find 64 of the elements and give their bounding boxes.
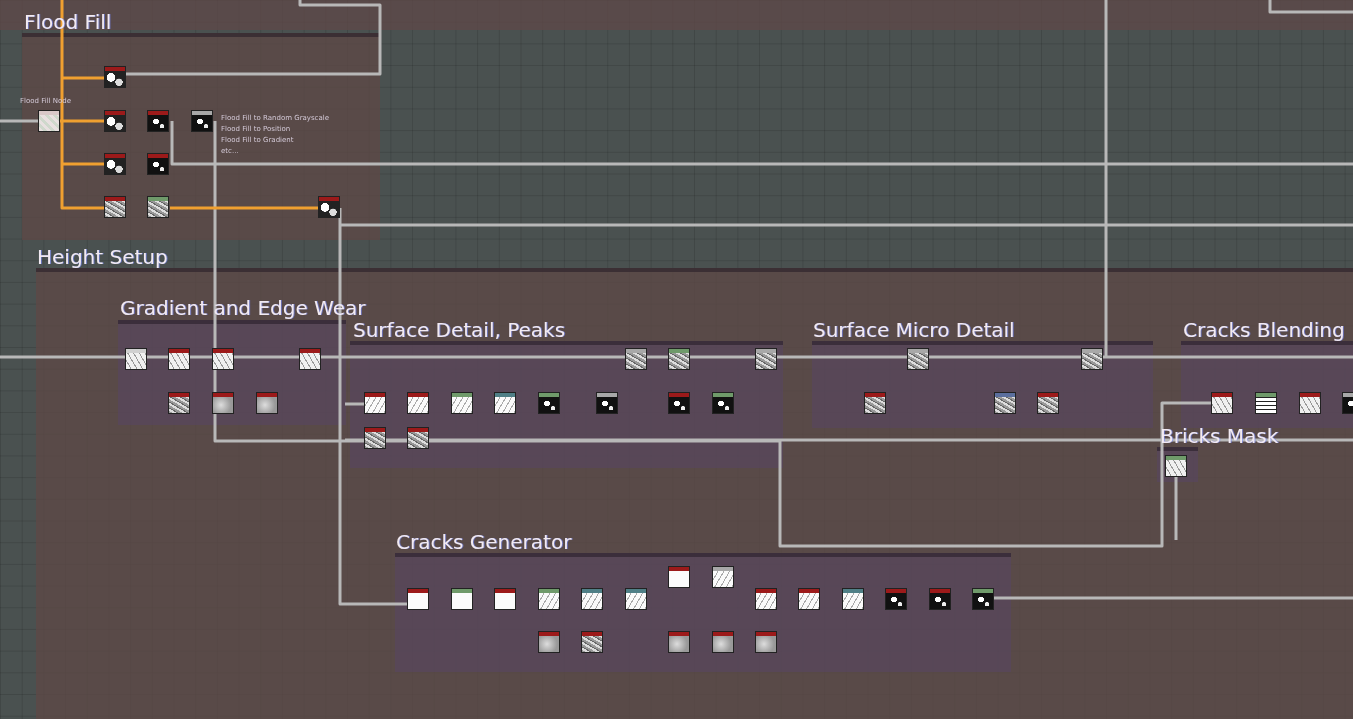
graph-node[interactable] bbox=[668, 392, 690, 414]
graph-node[interactable] bbox=[1037, 392, 1059, 414]
graph-node[interactable] bbox=[538, 392, 560, 414]
graph-node[interactable] bbox=[625, 348, 647, 370]
graph-node[interactable] bbox=[885, 588, 907, 610]
graph-node[interactable] bbox=[451, 588, 473, 610]
graph-node[interactable] bbox=[596, 392, 618, 414]
graph-node[interactable] bbox=[625, 588, 647, 610]
graph-node[interactable] bbox=[755, 348, 777, 370]
graph-node[interactable] bbox=[1299, 392, 1321, 414]
graph-node[interactable] bbox=[1165, 455, 1187, 477]
graph-node[interactable] bbox=[364, 392, 386, 414]
graph-node[interactable] bbox=[581, 588, 603, 610]
graph-node[interactable] bbox=[1255, 392, 1277, 414]
graph-node[interactable] bbox=[712, 566, 734, 588]
graph-node[interactable] bbox=[668, 631, 690, 653]
graph-node[interactable] bbox=[364, 427, 386, 449]
graph-node[interactable] bbox=[538, 588, 560, 610]
graph-node[interactable] bbox=[994, 392, 1016, 414]
graph-node[interactable] bbox=[798, 588, 820, 610]
graph-node[interactable] bbox=[712, 392, 734, 414]
graph-node[interactable] bbox=[256, 392, 278, 414]
graph-node[interactable] bbox=[668, 566, 690, 588]
graph-node[interactable] bbox=[212, 392, 234, 414]
graph-node[interactable] bbox=[104, 110, 126, 132]
graph-node[interactable] bbox=[755, 588, 777, 610]
graph-node[interactable] bbox=[125, 348, 147, 370]
graph-node[interactable] bbox=[147, 153, 169, 175]
frame-title: Surface Micro Detail bbox=[813, 318, 1015, 342]
graph-node[interactable] bbox=[842, 588, 864, 610]
frame-title: Cracks Blending bbox=[1183, 318, 1345, 342]
graph-node[interactable] bbox=[755, 631, 777, 653]
graph-node[interactable] bbox=[147, 110, 169, 132]
graph-node[interactable] bbox=[318, 196, 340, 218]
graph-node[interactable] bbox=[407, 392, 429, 414]
graph-node[interactable] bbox=[168, 348, 190, 370]
graph-node[interactable] bbox=[494, 588, 516, 610]
graph-node[interactable] bbox=[191, 110, 213, 132]
graph-node[interactable] bbox=[929, 588, 951, 610]
graph-node[interactable] bbox=[1081, 348, 1103, 370]
graph-node[interactable] bbox=[147, 196, 169, 218]
graph-node[interactable] bbox=[451, 392, 473, 414]
frame-title: Surface Detail, Peaks bbox=[353, 318, 566, 342]
graph-node[interactable] bbox=[581, 631, 603, 653]
graph-node[interactable] bbox=[668, 348, 690, 370]
graph-node[interactable] bbox=[407, 427, 429, 449]
graph-node[interactable] bbox=[712, 631, 734, 653]
graph-node[interactable] bbox=[104, 66, 126, 88]
graph-node[interactable] bbox=[1211, 392, 1233, 414]
graph-node[interactable] bbox=[907, 348, 929, 370]
node-wire bbox=[0, 119, 38, 123]
frame-title: Cracks Generator bbox=[396, 530, 572, 554]
graph-node[interactable] bbox=[864, 392, 886, 414]
graph-node[interactable] bbox=[104, 196, 126, 218]
graph-node[interactable] bbox=[299, 348, 321, 370]
graph-node[interactable] bbox=[212, 348, 234, 370]
graph-node[interactable] bbox=[407, 588, 429, 610]
graph-node[interactable] bbox=[972, 588, 994, 610]
frame-title: Height Setup bbox=[37, 245, 168, 269]
graph-node[interactable] bbox=[38, 110, 60, 132]
graph-node[interactable] bbox=[538, 631, 560, 653]
graph-node[interactable] bbox=[104, 153, 126, 175]
graph-node[interactable] bbox=[168, 392, 190, 414]
graph-node[interactable] bbox=[494, 392, 516, 414]
